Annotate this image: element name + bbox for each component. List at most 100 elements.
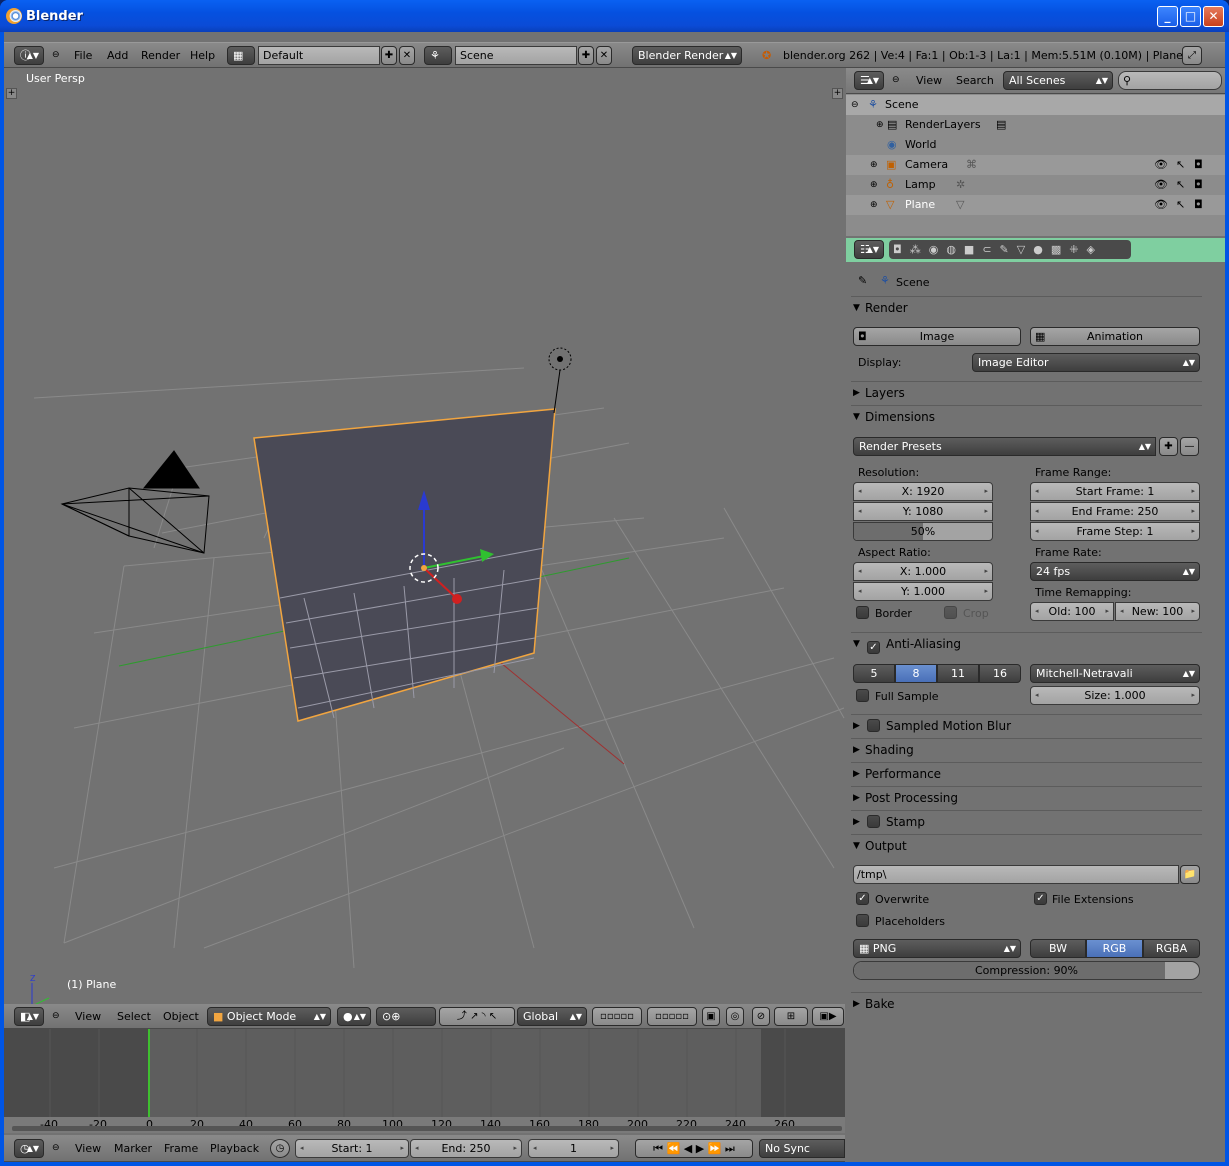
- aa-samples-16[interactable]: 16: [979, 664, 1021, 683]
- manipulator-buttons[interactable]: ⤴ ↗ ◝ ↖: [439, 1007, 515, 1026]
- compression-slider[interactable]: Compression: 90%: [853, 961, 1200, 980]
- renderable-camera-icon[interactable]: ◘: [1194, 195, 1203, 215]
- panel-output-header[interactable]: ▼ Output: [851, 834, 1202, 856]
- data-tab-icon[interactable]: ▽: [1017, 243, 1033, 256]
- timeline-scrollbar[interactable]: [12, 1126, 842, 1131]
- resolution-x-field[interactable]: ◂ X: 1920 ▸: [853, 482, 993, 501]
- collapse-outliner-menu-icon[interactable]: ⊖: [892, 67, 900, 93]
- menu-render[interactable]: Render: [141, 43, 180, 69]
- timeline-menu-marker[interactable]: Marker: [114, 1136, 152, 1162]
- context-tabs[interactable]: ◘⁂◉◍■⊂✎▽●▩⁜◈: [889, 240, 1131, 259]
- editor-type-properties-button[interactable]: ☷ ▲▼: [854, 240, 884, 259]
- remap-old-field[interactable]: ◂ Old: 100 ▸: [1030, 602, 1114, 621]
- timeline-menu-view[interactable]: View: [75, 1136, 101, 1162]
- editor-type-outliner-button[interactable]: ☰ ▲▼: [854, 71, 884, 90]
- panel-dimensions-header[interactable]: ▼ Dimensions: [851, 405, 1202, 427]
- mode-dropdown[interactable]: ■ Object Mode ▲▼: [207, 1007, 331, 1026]
- expand-icon[interactable]: ⊕: [870, 155, 878, 175]
- aa-samples-8[interactable]: 8: [895, 664, 937, 683]
- renderable-camera-icon[interactable]: ◘: [1194, 155, 1203, 175]
- remove-preset-icon[interactable]: —: [1180, 437, 1199, 456]
- color-bw-toggle[interactable]: BW: [1030, 939, 1086, 958]
- object-tab-icon[interactable]: ■: [964, 243, 982, 256]
- lock-layers-icon[interactable]: ▣: [702, 1007, 720, 1026]
- aspect-x-field[interactable]: ◂ X: 1.000 ▸: [853, 562, 993, 581]
- screen-layout-button[interactable]: ▦: [227, 46, 255, 65]
- display-dropdown[interactable]: Image Editor ▲▼: [972, 353, 1200, 372]
- panel-antialiasing-header[interactable]: ▼ ✓ Anti-Aliasing: [851, 632, 1202, 654]
- aspect-y-field[interactable]: ◂ Y: 1.000 ▸: [853, 582, 993, 601]
- jump-start-icon[interactable]: ⏮: [653, 1142, 663, 1155]
- render-tab-icon[interactable]: ◘: [893, 243, 910, 256]
- aa-samples-5[interactable]: 5: [853, 664, 895, 683]
- editor-type-info-button[interactable]: ⓘ ▲▼: [14, 46, 44, 65]
- motion-blur-checkbox[interactable]: [867, 719, 880, 732]
- render-presets-dropdown[interactable]: Render Presets ▲▼: [853, 437, 1156, 456]
- current-frame-field[interactable]: ◂ 1 ▸: [528, 1139, 619, 1158]
- panel-bake-header[interactable]: ▶ Bake: [851, 992, 1202, 1014]
- placeholders-checkbox[interactable]: [856, 914, 869, 927]
- next-key-icon[interactable]: ⏩: [708, 1142, 722, 1155]
- add-scene-icon[interactable]: ✚: [578, 46, 594, 65]
- outliner-search-input[interactable]: ⚲: [1118, 71, 1222, 90]
- viewport-shading-button[interactable]: ● ▲▼: [337, 1007, 371, 1026]
- visibility-eye-icon[interactable]: 👁: [1154, 155, 1168, 175]
- panel-render-header[interactable]: ▼ Render: [851, 296, 1202, 318]
- color-rgba-toggle[interactable]: RGBA: [1143, 939, 1200, 958]
- scene-selector-button[interactable]: ⚘: [424, 46, 452, 65]
- panel-performance-header[interactable]: ▶ Performance: [851, 762, 1202, 784]
- aa-filter-dropdown[interactable]: Mitchell-Netravali ▲▼: [1030, 664, 1200, 683]
- pin-icon[interactable]: ✎: [858, 274, 867, 287]
- play-reverse-icon[interactable]: ◀: [684, 1142, 692, 1155]
- texture-tab-icon[interactable]: ▩: [1051, 243, 1069, 256]
- end-frame-field[interactable]: ◂ End: 250 ▸: [410, 1139, 522, 1158]
- timeline-menu-playback[interactable]: Playback: [210, 1136, 259, 1162]
- proportional-edit-icon[interactable]: ◎: [726, 1007, 744, 1026]
- expand-icon[interactable]: ⊕: [876, 115, 884, 135]
- outliner-row-lamp[interactable]: ⊕ ♁ Lamp ✲ 👁 ↖ ◘: [846, 175, 1225, 195]
- outliner-filter-dropdown[interactable]: All Scenes ▲▼: [1003, 71, 1113, 90]
- opengl-render-icon[interactable]: ▣▶: [812, 1007, 844, 1026]
- outliner-row-scene[interactable]: ⊖ ⚘ Scene: [846, 95, 1225, 115]
- panel-layers-header[interactable]: ▶ Layers: [851, 381, 1202, 403]
- render-engine-dropdown[interactable]: Blender Render ▲▼: [632, 46, 742, 65]
- editor-type-3d-button[interactable]: ◧ ▲▼: [14, 1007, 44, 1026]
- outliner-row-world[interactable]: ◉ World: [846, 135, 1225, 155]
- frame-step-field[interactable]: ◂ Frame Step: 1 ▸: [1030, 522, 1200, 541]
- material-tab-icon[interactable]: ●: [1033, 243, 1051, 256]
- layer-buttons-left[interactable]: ▫▫▫▫▫: [592, 1007, 642, 1026]
- outliner-row-plane[interactable]: ⊕ ▽ Plane ▽ 👁 ↖ ◘: [846, 195, 1225, 215]
- timeline-ruler[interactable]: -40 -20 0 20 40 60 80 100 120 140 160 18…: [4, 1117, 845, 1133]
- visibility-eye-icon[interactable]: 👁: [1154, 195, 1168, 215]
- modifiers-tab-icon[interactable]: ✎: [1000, 243, 1017, 256]
- layer-buttons-right[interactable]: ▫▫▫▫▫: [647, 1007, 697, 1026]
- remove-scene-icon[interactable]: ✕: [596, 46, 612, 65]
- layers-tab-icon[interactable]: ⁂: [910, 243, 929, 256]
- selectable-cursor-icon[interactable]: ↖: [1176, 195, 1185, 215]
- menu-add[interactable]: Add: [107, 43, 128, 69]
- playback-controls[interactable]: ⏮ ⏪ ◀ ▶ ⏩ ⏭: [635, 1139, 753, 1158]
- crop-checkbox[interactable]: [944, 606, 957, 619]
- outliner-tree[interactable]: ⊖ ⚘ Scene ⊕ ▤ RenderLayers ▤ ◉ World ⊕ ▣…: [846, 94, 1225, 236]
- resolution-percentage-slider[interactable]: 50%: [853, 522, 993, 541]
- outliner-menu-view[interactable]: View: [916, 68, 942, 94]
- minimize-button[interactable]: _: [1157, 6, 1178, 27]
- close-button[interactable]: ✕: [1203, 6, 1224, 27]
- 3d-viewport[interactable]: User Persp + + Z (1) Plane: [4, 68, 845, 1004]
- play-icon[interactable]: ▶: [696, 1142, 704, 1155]
- file-extensions-checkbox[interactable]: ✓: [1034, 892, 1047, 905]
- collapse-icon[interactable]: ⊖: [851, 95, 859, 115]
- frame-rate-dropdown[interactable]: 24 fps ▲▼: [1030, 562, 1200, 581]
- outliner-row-camera[interactable]: ⊕ ▣ Camera ⌘ 👁 ↖ ◘: [846, 155, 1225, 175]
- expand-icon[interactable]: ⊕: [870, 195, 878, 215]
- renderable-camera-icon[interactable]: ◘: [1194, 175, 1203, 195]
- camera-object[interactable]: [60, 450, 210, 554]
- add-preset-icon[interactable]: ✚: [1159, 437, 1178, 456]
- output-path-input[interactable]: /tmp\: [853, 865, 1179, 884]
- timeline-area[interactable]: -40 -20 0 20 40 60 80 100 120 140 160 18…: [4, 1029, 845, 1133]
- x-axis-arrow-icon[interactable]: [452, 594, 462, 604]
- render-animation-button[interactable]: ▦ Animation: [1030, 327, 1200, 346]
- timeline-menu-frame[interactable]: Frame: [164, 1136, 198, 1162]
- start-frame-field[interactable]: ◂ Start: 1 ▸: [295, 1139, 409, 1158]
- menu-file[interactable]: File: [74, 43, 92, 69]
